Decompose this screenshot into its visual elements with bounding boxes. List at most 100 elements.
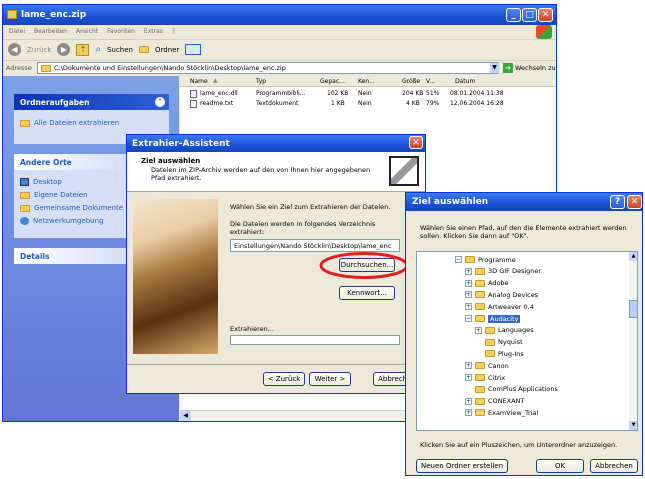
tree-item-label: ExamView_Trial [488,408,539,417]
table-row[interactable]: lame_enc.dll Programmbibli... 102 KB Nei… [180,89,556,99]
place-network[interactable]: Netzwerkumgebung [20,217,103,225]
up-folder-icon[interactable]: ↑ [76,43,90,56]
tree-item-label: Nyquist [498,338,523,347]
browse-cancel-button[interactable]: Abbrechen [590,459,638,473]
tree-item[interactable]: + Analog Devices [465,289,538,300]
views-icon[interactable] [185,44,202,55]
new-folder-button[interactable]: Neuen Ordner erstellen [416,459,508,473]
expand-icon[interactable]: + [465,267,472,275]
extract-all-task[interactable]: Alle Dateien extrahieren [20,119,119,127]
expand-icon[interactable]: + [465,303,472,311]
scroll-up-icon[interactable]: ▲ [629,252,637,261]
folder-tree[interactable]: − Programme +3D GIF Designer + Adobe + Analog … [416,251,638,431]
expand-icon[interactable]: + [465,409,472,417]
minimize-button[interactable]: _ [506,8,521,22]
ok-button[interactable]: OK [536,459,584,473]
address-input[interactable]: C:\Dokumente und Einstellungen\Nando Stö… [37,62,499,74]
address-dropdown-icon[interactable]: ▼ [490,63,499,73]
tree-item[interactable]: Plug-Ins [475,348,524,359]
windows-logo-icon [536,25,552,39]
folder-icon [475,409,485,417]
back-arrow-icon[interactable]: ◀ [8,43,21,56]
menu-extras[interactable]: Extras [144,28,163,35]
place-desktop[interactable]: Desktop [20,178,62,186]
tree-item[interactable]: + Adobe [465,278,509,289]
scroll-down-icon[interactable]: ▼ [629,421,637,430]
col-size[interactable]: Größe [402,78,420,85]
expand-icon[interactable]: + [465,374,472,381]
maximize-button[interactable]: □ [522,8,537,22]
place-my-documents[interactable]: Eigene Dateien [20,191,88,199]
folder-icon [485,326,495,334]
browse-folder-dialog: Ziel auswählen ? ✕ Wählen Sie einen Pfad… [405,192,643,476]
file-type: Textdokument [256,100,299,107]
tree-item[interactable]: − Programme [455,254,516,265]
search-button[interactable]: Suchen [107,46,133,54]
tree-item[interactable]: + Citrix [465,372,505,383]
wizard-close-button[interactable]: ✕ [409,136,423,149]
col-password[interactable]: Ken... [358,78,375,85]
zip-folder-icon [41,64,51,72]
menu-help[interactable]: ? [172,28,175,35]
close-button[interactable]: ✕ [538,8,553,22]
go-arrow-icon[interactable]: ➔ [503,63,513,73]
tree-item[interactable]: + Languages [475,325,533,336]
go-button[interactable]: Wechseln zu [515,64,556,72]
menu-bar: Datei Bearbeiten Ansicht Favoriten Extra… [3,25,556,37]
wizard-separator [127,364,425,365]
next-button[interactable]: Weiter > [309,372,351,386]
help-button[interactable]: ? [610,195,625,209]
tree-item[interactable]: Nyquist [475,337,523,348]
folders-icon[interactable] [138,46,149,53]
tree-item-label: Citrix [488,373,506,382]
menu-datei[interactable]: Datei [9,28,25,35]
expand-icon[interactable]: + [465,397,472,405]
tree-item[interactable]: + CONEXANT [465,396,524,407]
col-ratio[interactable]: V... [426,78,435,85]
dll-file-icon [190,90,197,98]
col-packed[interactable]: Gepac... [320,78,345,85]
browse-close-button[interactable]: ✕ [627,195,642,209]
expand-icon[interactable]: + [465,291,472,299]
back-button[interactable]: < Zurück [263,372,305,386]
file-password: Nein [358,90,372,97]
expand-icon[interactable]: + [475,326,482,334]
collapse-chevron-icon[interactable]: ⌃ [155,97,165,107]
menu-favoriten[interactable]: Favoriten [107,28,135,35]
tree-item[interactable]: + Canon [465,360,509,371]
scroll-thumb[interactable] [629,300,637,318]
tree-item[interactable]: ComPlus Applications [465,384,558,395]
col-type[interactable]: Typ [256,78,266,85]
scroll-left-icon[interactable]: ◀ [180,411,191,421]
tree-item[interactable]: + Artweaver 0.4 [465,301,534,312]
search-icon[interactable]: ⌕ [95,44,101,55]
forward-arrow-icon[interactable]: ▶ [57,43,71,56]
collapse-icon[interactable]: − [465,315,472,322]
horizontal-scrollbar[interactable]: ◀ [180,410,410,421]
extract-folder-icon [20,119,30,127]
highlight-ellipse [319,252,409,279]
folder-tasks-header[interactable]: Ordneraufgaben ⌃ [14,94,169,110]
browse-titlebar[interactable]: Ziel auswählen ? ✕ [406,193,642,211]
explorer-titlebar[interactable]: lame_enc.zip _ □ ✕ [3,5,556,25]
tree-item[interactable]: − Audacity [465,313,521,324]
back-label[interactable]: Zurück [27,46,51,54]
file-packed: 1 KB [331,100,345,107]
menu-bearbeiten[interactable]: Bearbeiten [34,28,67,35]
menu-ansicht[interactable]: Ansicht [76,28,98,35]
col-date[interactable]: Datum [455,78,475,85]
wizard-titlebar[interactable]: Extrahier-Assistent ✕ [127,135,425,152]
folders-button[interactable]: Ordner [155,46,179,54]
tree-item[interactable]: + ExamView_Trial [465,407,538,418]
directory-label: Die Dateien werden in folgendes Verzeich… [230,220,376,236]
expand-icon[interactable]: + [465,279,472,287]
password-button[interactable]: Kennwort... [339,286,395,300]
tree-scrollbar[interactable]: ▲ ▼ [629,252,637,430]
tree-item-label: CONEXANT [488,397,525,406]
place-shared-documents[interactable]: Gemeinsame Dokumente [20,204,123,212]
expand-icon[interactable]: + [465,362,472,370]
collapse-icon[interactable]: − [455,256,462,263]
col-name[interactable]: Name [190,78,208,85]
table-row[interactable]: readme.txt Textdokument 1 KB Nein 4 KB 7… [180,99,556,109]
tree-item[interactable]: +3D GIF Designer [465,266,541,277]
